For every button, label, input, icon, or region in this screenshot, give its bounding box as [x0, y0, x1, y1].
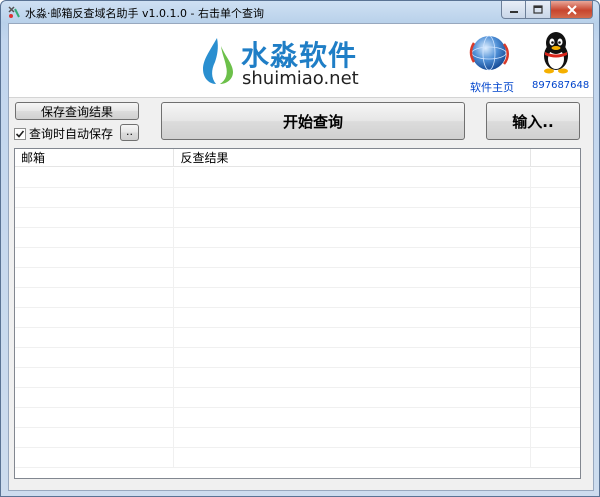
table-row[interactable]: [15, 208, 580, 228]
table-cell: [15, 188, 175, 208]
table-cell: [15, 248, 175, 268]
table-cell: [15, 288, 175, 308]
table-cell: [174, 388, 532, 408]
table-cell: [531, 328, 580, 348]
table-row[interactable]: [15, 368, 580, 388]
auto-save-label: 查询时自动保存: [29, 127, 114, 141]
close-icon: [566, 4, 577, 15]
logo-text-en: shuimiao.net: [242, 68, 359, 89]
auto-save-checkbox[interactable]: [14, 127, 26, 140]
table-cell: [531, 428, 580, 448]
input-button[interactable]: 输入..: [486, 102, 580, 140]
app-window: 水淼·邮箱反查域名助手 v1.0.1.0 - 右击单个查询 水淼软件 shuim…: [0, 0, 600, 497]
table-cell: [15, 428, 175, 448]
table-header: 邮箱 反查结果: [15, 149, 580, 167]
table-row[interactable]: [15, 328, 580, 348]
table-row[interactable]: [15, 388, 580, 408]
table-cell: [174, 428, 532, 448]
table-cell: [531, 168, 580, 188]
start-query-button[interactable]: 开始查询: [161, 102, 465, 140]
table-cell: [174, 208, 532, 228]
caption-buttons: [501, 1, 593, 19]
table-cell: [531, 208, 580, 228]
table-cell: [531, 448, 580, 468]
table-row[interactable]: [15, 248, 580, 268]
table-cell: [174, 228, 532, 248]
table-row[interactable]: [15, 188, 580, 208]
column-header-result[interactable]: 反查结果: [174, 149, 532, 167]
table-cell: [15, 208, 175, 228]
maximize-icon: [533, 5, 543, 14]
table-cell: [531, 268, 580, 288]
table-cell: [174, 328, 532, 348]
client-area: 水淼软件 shuimiao.net 软件主页 897687648 保存查询结果 …: [8, 23, 594, 491]
column-header-email[interactable]: 邮箱: [15, 149, 175, 167]
table-row[interactable]: [15, 408, 580, 428]
qq-number-link[interactable]: 897687648: [532, 80, 589, 91]
browse-button[interactable]: ..: [120, 124, 139, 141]
table-row[interactable]: [15, 268, 580, 288]
qq-penguin-icon[interactable]: [539, 30, 573, 74]
column-header-filler: [531, 149, 580, 167]
app-icon: [8, 6, 20, 18]
close-button[interactable]: [551, 1, 593, 19]
table-row[interactable]: [15, 428, 580, 448]
table-cell: [531, 388, 580, 408]
table-body[interactable]: [15, 168, 580, 468]
table-cell: [15, 308, 175, 328]
table-cell: [531, 368, 580, 388]
table-cell: [531, 248, 580, 268]
table-cell: [174, 348, 532, 368]
table-cell: [15, 388, 175, 408]
table-cell: [531, 348, 580, 368]
globe-icon[interactable]: [468, 32, 510, 74]
auto-save-option[interactable]: 查询时自动保存: [14, 125, 113, 142]
table-cell: [174, 268, 532, 288]
table-cell: [531, 188, 580, 208]
table-row[interactable]: [15, 348, 580, 368]
window-title: 水淼·邮箱反查域名助手 v1.0.1.0 - 右击单个查询: [25, 7, 264, 20]
minimize-icon: [509, 10, 518, 13]
minimize-button[interactable]: [501, 1, 526, 19]
table-cell: [15, 368, 175, 388]
table-cell: [15, 408, 175, 428]
table-cell: [15, 348, 175, 368]
maximize-button[interactable]: [526, 1, 551, 19]
table-cell: [15, 448, 175, 468]
save-results-button[interactable]: 保存查询结果: [15, 102, 139, 120]
table-cell: [174, 248, 532, 268]
table-row[interactable]: [15, 448, 580, 468]
table-cell: [531, 408, 580, 428]
results-table[interactable]: 邮箱 反查结果: [14, 148, 581, 479]
checkmark-icon: [15, 129, 25, 138]
table-row[interactable]: [15, 228, 580, 248]
table-cell: [15, 268, 175, 288]
homepage-link[interactable]: 软件主页: [470, 79, 514, 95]
table-cell: [174, 188, 532, 208]
header-banner: 水淼软件 shuimiao.net 软件主页 897687648: [9, 24, 593, 98]
title-bar[interactable]: 水淼·邮箱反查域名助手 v1.0.1.0 - 右击单个查询: [1, 1, 599, 23]
table-cell: [15, 168, 175, 188]
table-cell: [15, 228, 175, 248]
table-cell: [174, 288, 532, 308]
table-cell: [174, 448, 532, 468]
table-cell: [174, 408, 532, 428]
water-drop-logo-icon: [203, 38, 233, 84]
table-cell: [531, 228, 580, 248]
table-cell: [174, 368, 532, 388]
table-cell: [531, 288, 580, 308]
table-cell: [174, 168, 532, 188]
table-cell: [174, 308, 532, 328]
table-row[interactable]: [15, 168, 580, 188]
table-cell: [15, 328, 175, 348]
table-row[interactable]: [15, 308, 580, 328]
table-row[interactable]: [15, 288, 580, 308]
table-cell: [531, 308, 580, 328]
